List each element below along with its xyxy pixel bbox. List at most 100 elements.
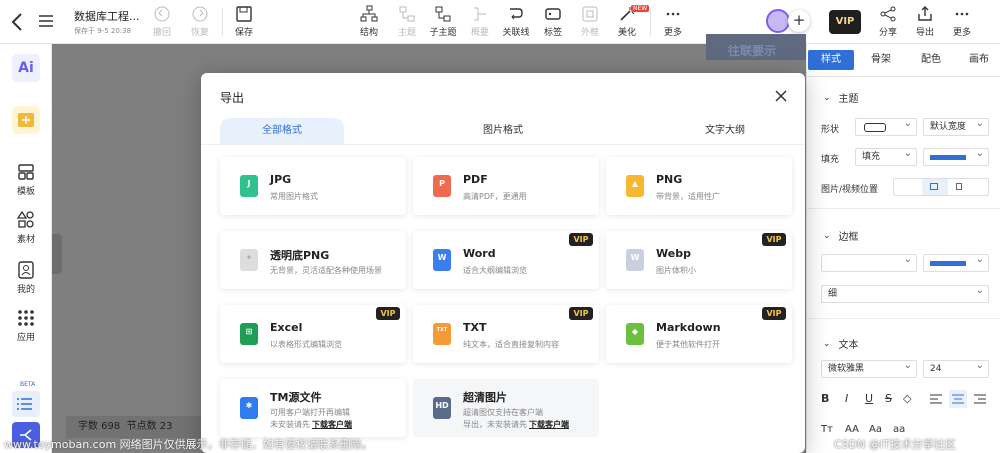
add-collaborator-button[interactable]: + <box>788 10 810 32</box>
doc-title[interactable]: 数据库工程... <box>74 8 140 24</box>
file-format-icon: W <box>626 249 644 271</box>
export-option-card[interactable]: TXT TXT 纯文本，适合直接复制内容 VIP <box>413 305 599 363</box>
fill-color-select[interactable] <box>923 146 989 166</box>
download-client-link[interactable]: 下载客户端 <box>529 420 569 429</box>
sidebar-item-apps[interactable]: 应用 <box>0 308 52 343</box>
export-option-card[interactable]: ◆ Markdown 便于其他软件打开 VIP <box>606 305 792 363</box>
theme-section-header[interactable]: ⌄ 主题 <box>823 90 859 106</box>
case-button-2[interactable]: AA <box>845 424 859 435</box>
back-icon[interactable] <box>10 12 26 32</box>
export-option-card[interactable]: ✱ TM源文件 可用客户端打开再编辑 未安装请先 下载客户端 <box>220 379 406 437</box>
export-option-card[interactable]: ▲ PNG 带背景，适用性广 <box>606 157 792 215</box>
align-right-icon[interactable] <box>973 392 987 406</box>
format-description: 常用图片格式 <box>270 192 318 201</box>
summary-button[interactable]: 概要 <box>462 5 498 38</box>
redo-button[interactable]: 恢复 <box>182 5 218 38</box>
export-button[interactable]: 导出 <box>907 5 943 38</box>
list-icon <box>17 398 32 410</box>
fill-label: 填充 <box>821 155 840 165</box>
undo-button[interactable]: 撤回 <box>144 5 180 38</box>
file-format-icon: ⊞ <box>240 323 258 345</box>
font-family-select[interactable]: 微软雅黑 <box>821 358 917 378</box>
style-panel: 样式 骨架 配色 画布 ⌄主题 形状 默认宽度 填充 填充 图片/视频位置 ⌄边… <box>806 44 1000 453</box>
width-select[interactable]: 默认宽度 <box>923 116 989 136</box>
strikethrough-button[interactable]: S <box>885 392 892 405</box>
structure-button[interactable]: 结构 <box>351 5 387 38</box>
format-name: TXT <box>463 321 487 334</box>
bold-button[interactable]: B <box>821 392 829 405</box>
file-format-icon: ◆ <box>626 323 644 345</box>
template-icon <box>18 164 34 180</box>
file-format-icon: TXT <box>433 323 451 345</box>
text-section-header[interactable]: ⌄ 文本 <box>823 336 859 352</box>
export-option-card[interactable]: J JPG 常用图片格式 <box>220 157 406 215</box>
watermark: www.toymoban.com 网络图片仅供展示，非存储，如有侵权请联系删除。… <box>0 435 1000 453</box>
menu-icon[interactable] <box>38 14 54 28</box>
file-format-icon: ✦ <box>240 249 258 271</box>
border-section-header[interactable]: ⌄ 边框 <box>823 228 859 244</box>
relation-line-button[interactable]: 关联线 <box>498 5 534 38</box>
shape-label: 形状 <box>821 125 840 135</box>
outline-view-button[interactable] <box>12 391 40 417</box>
subtopic-button[interactable]: 子主题 <box>425 5 461 38</box>
format-name: JPG <box>270 173 292 186</box>
share-button[interactable]: 分享 <box>870 5 906 38</box>
theme-button[interactable]: 主题 <box>389 5 425 38</box>
export-option-card[interactable]: ⊞ Excel 以表格形式编辑浏览 VIP <box>220 305 406 363</box>
image-position-toggle[interactable] <box>893 178 989 196</box>
save-button[interactable]: 保存 <box>226 5 262 38</box>
export-option-card[interactable]: W Webp 图片体积小 VIP <box>606 231 792 289</box>
tab-skeleton[interactable]: 骨架 <box>859 50 903 70</box>
export-option-card[interactable]: P PDF 高清PDF，更通用 <box>413 157 599 215</box>
tag-button[interactable]: 标签 <box>535 5 571 38</box>
more-tools-button[interactable]: 更多 <box>655 5 691 38</box>
file-format-icon: HD <box>433 397 451 419</box>
tab-canvas[interactable]: 画布 <box>957 50 1000 70</box>
export-option-card[interactable]: ✦ 透明底PNG 无背景，灵活适配各种使用场景 <box>220 231 406 289</box>
format-description: 无背景，灵活适配各种使用场景 <box>270 266 382 275</box>
beta-label: BETA <box>20 381 36 388</box>
watermark-left: www.toymoban.com 网络图片仅供展示，非存储，如有侵权请联系删除。 <box>4 438 373 451</box>
tab-colors[interactable]: 配色 <box>909 50 953 70</box>
sidebar-item-mine[interactable]: 我的 <box>0 260 52 295</box>
fill-select[interactable]: 填充 <box>855 146 917 166</box>
avatar[interactable] <box>766 9 790 33</box>
user-file-icon <box>18 261 34 279</box>
file-format-icon: P <box>433 175 451 197</box>
export-option-card[interactable]: HD 超清图片 超清图仅支持在客户端 导出，未安装请先 下载客户端 <box>413 379 599 437</box>
case-button-4[interactable]: aa <box>893 424 905 435</box>
collapse-sidebar-handle[interactable] <box>52 234 62 274</box>
more-menu-button[interactable]: 更多 <box>944 5 980 38</box>
tab-style[interactable]: 样式 <box>808 50 854 70</box>
shape-select[interactable] <box>855 116 917 136</box>
file-format-icon: ▲ <box>626 175 644 197</box>
vip-button[interactable]: VIP <box>829 10 861 34</box>
color-swatch <box>930 155 966 160</box>
export-option-card[interactable]: W Word 适合大纲编辑浏览 VIP <box>413 231 599 289</box>
save-icon <box>236 6 252 22</box>
italic-button[interactable]: I <box>845 392 848 405</box>
case-button-1[interactable]: Tт <box>821 424 833 435</box>
rounded-rect-icon <box>864 123 886 132</box>
clear-format-button[interactable]: ◇ <box>903 392 911 405</box>
mindmap-app-icon[interactable] <box>12 106 40 134</box>
canvas-node[interactable]: 往联要示 <box>706 34 806 60</box>
outer-frame-button[interactable]: 外框 <box>572 5 608 38</box>
underline-button[interactable]: U <box>865 392 873 405</box>
sidebar-item-template[interactable]: 模板 <box>0 162 52 197</box>
watermark-right: CSDN @IT技术分享社区 <box>834 438 956 451</box>
download-client-link[interactable]: 下载客户端 <box>312 420 352 429</box>
ai-icon[interactable]: Ai <box>12 54 40 82</box>
case-button-3[interactable]: Aa <box>869 424 882 435</box>
align-left-icon[interactable] <box>929 392 943 406</box>
more-icon <box>955 12 969 16</box>
align-center-icon[interactable] <box>949 390 967 408</box>
border-style-select[interactable] <box>821 252 917 272</box>
sidebar-item-material[interactable]: 素材 <box>0 210 52 245</box>
font-size-select[interactable]: 24 <box>923 358 989 378</box>
border-width-select[interactable]: 细 <box>821 283 989 303</box>
grid-icon <box>18 310 34 326</box>
border-color-select[interactable] <box>923 252 989 272</box>
image-position-label: 图片/视频位置 <box>821 185 879 195</box>
vip-badge: VIP <box>569 307 593 320</box>
